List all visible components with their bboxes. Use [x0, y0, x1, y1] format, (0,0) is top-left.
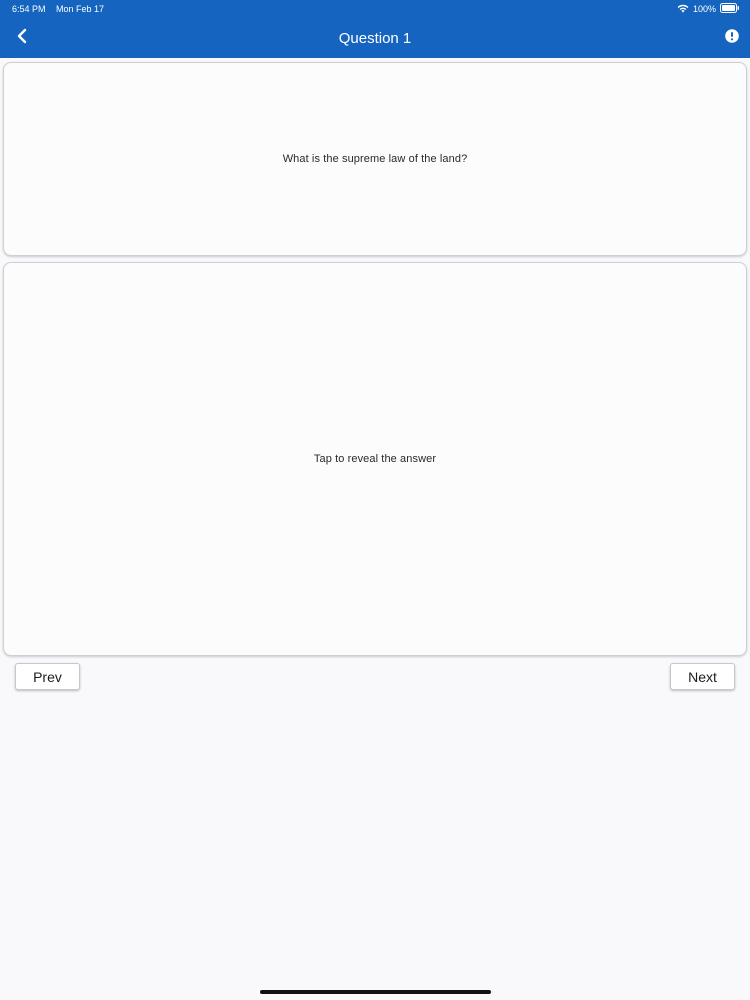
home-indicator [260, 990, 491, 994]
status-date: Mon Feb 17 [56, 4, 105, 14]
next-button[interactable]: Next [670, 663, 735, 690]
prev-button[interactable]: Prev [15, 663, 80, 690]
answer-card[interactable]: Tap to reveal the answer [3, 262, 747, 656]
top-bar: 6:54 PM Mon Feb 17 100% Question 1 [0, 0, 750, 58]
status-time: 6:54 PM [12, 4, 46, 14]
flashcard-screen: 6:54 PM Mon Feb 17 100% Question 1 What … [0, 0, 750, 1000]
back-button[interactable] [10, 26, 34, 50]
answer-prompt: Tap to reveal the answer [313, 453, 437, 465]
battery-percent: 100% [692, 4, 716, 14]
battery-icon [720, 0, 740, 18]
exclamation-circle-icon [725, 28, 739, 48]
question-card: What is the supreme law of the land? [3, 62, 747, 256]
question-text: What is the supreme law of the land? [282, 153, 468, 165]
info-button[interactable] [724, 28, 740, 48]
chevron-left-icon [16, 28, 28, 49]
status-indicators: 100% [677, 3, 740, 15]
wifi-icon [677, 0, 689, 18]
page-title: Question 1 [338, 30, 412, 47]
